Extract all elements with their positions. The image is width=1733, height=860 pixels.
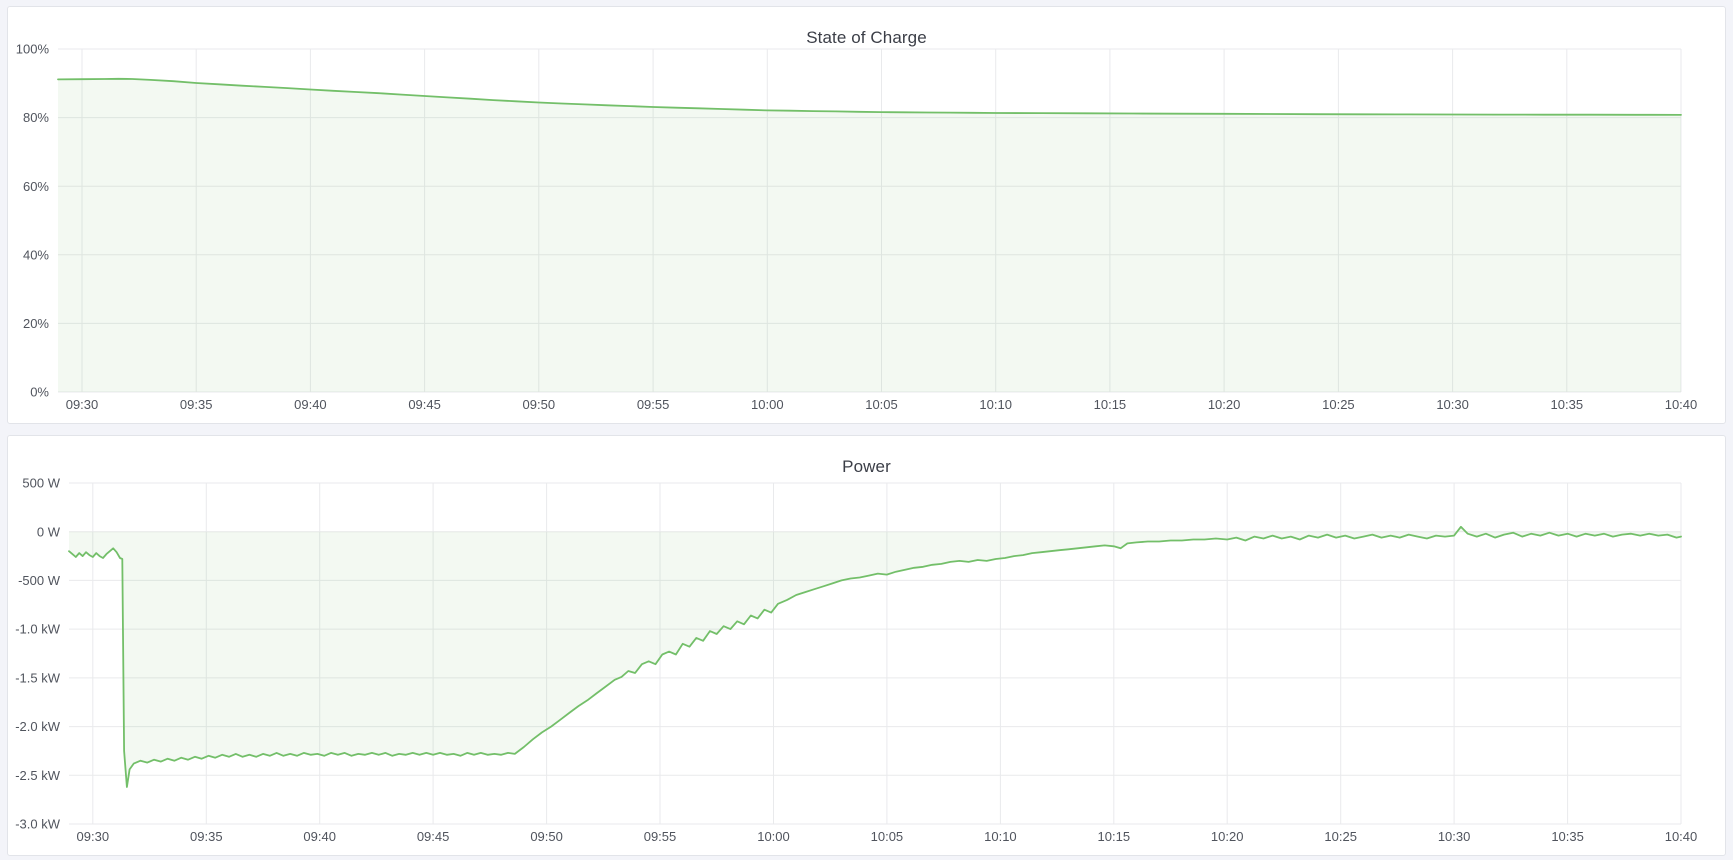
x-tick-label: 09:45 bbox=[408, 397, 441, 412]
x-tick-label: 09:45 bbox=[417, 829, 450, 844]
x-tick-label: 10:25 bbox=[1322, 397, 1355, 412]
x-tick-label: 10:10 bbox=[979, 397, 1012, 412]
panel-title-power[interactable]: Power bbox=[8, 457, 1725, 477]
x-tick-label: 10:10 bbox=[984, 829, 1017, 844]
x-tick-label: 09:35 bbox=[180, 397, 213, 412]
y-tick-label: 0 W bbox=[37, 524, 61, 539]
x-tick-label: 10:30 bbox=[1436, 397, 1469, 412]
y-tick-label: -500 W bbox=[18, 573, 61, 588]
x-tick-label: 10:25 bbox=[1324, 829, 1357, 844]
x-tick-label: 09:50 bbox=[523, 397, 556, 412]
x-tick-label: 09:40 bbox=[303, 829, 336, 844]
x-tick-label: 10:05 bbox=[865, 397, 898, 412]
x-tick-label: 10:05 bbox=[871, 829, 904, 844]
y-tick-label: -3.0 kW bbox=[15, 817, 61, 832]
x-tick-label: 10:35 bbox=[1551, 397, 1584, 412]
y-tick-label: 80% bbox=[23, 110, 49, 125]
series-fill bbox=[58, 79, 1681, 392]
y-tick-label: -1.5 kW bbox=[15, 670, 61, 685]
x-tick-label: 09:30 bbox=[77, 829, 110, 844]
y-tick-label: -2.5 kW bbox=[15, 768, 61, 783]
y-tick-label: 0% bbox=[30, 385, 49, 400]
y-tick-label: 20% bbox=[23, 316, 49, 331]
x-tick-label: 10:00 bbox=[757, 829, 790, 844]
power-time-series-plot[interactable]: 500 W 0 W -500 W -1.0 kW -1.5 kW -2.0 kW -2.5 … bbox=[8, 436, 1725, 855]
grafana-dashboard: State of Charge 0%20%40%60%80%100%09:300… bbox=[0, 0, 1733, 860]
x-tick-label: 09:40 bbox=[294, 397, 327, 412]
x-tick-label: 09:55 bbox=[637, 397, 670, 412]
x-tick-label: 10:40 bbox=[1665, 829, 1698, 844]
x-tick-label: 10:20 bbox=[1211, 829, 1244, 844]
x-tick-label: 10:15 bbox=[1098, 829, 1131, 844]
x-tick-label: 10:35 bbox=[1551, 829, 1584, 844]
x-tick-label: 10:00 bbox=[751, 397, 784, 412]
y-tick-label: 60% bbox=[23, 179, 49, 194]
panel-state-of-charge: State of Charge 0%20%40%60%80%100%09:300… bbox=[7, 6, 1726, 424]
x-tick-label: 09:30 bbox=[66, 397, 99, 412]
state-of-charge-time-series-plot[interactable]: 0%20%40%60%80%100%09:3009:3509:4009:4509… bbox=[8, 7, 1725, 423]
x-tick-label: 09:35 bbox=[190, 829, 223, 844]
y-tick-label: -2.0 kW bbox=[15, 719, 61, 734]
series-fill bbox=[69, 527, 1681, 787]
panel-power: Power 500 W 0 W -500 W -1.0 kW -1.5 kW -2.0 k… bbox=[7, 435, 1726, 856]
x-tick-label: 10:30 bbox=[1438, 829, 1471, 844]
y-tick-label: 40% bbox=[23, 247, 49, 262]
y-tick-label: 500 W bbox=[22, 476, 60, 491]
panel-title-state-of-charge[interactable]: State of Charge bbox=[8, 28, 1725, 48]
x-tick-label: 10:40 bbox=[1665, 397, 1698, 412]
x-tick-label: 09:50 bbox=[530, 829, 563, 844]
y-tick-label: -1.0 kW bbox=[15, 622, 61, 637]
x-tick-label: 10:15 bbox=[1094, 397, 1127, 412]
x-tick-label: 10:20 bbox=[1208, 397, 1241, 412]
x-tick-label: 09:55 bbox=[644, 829, 677, 844]
